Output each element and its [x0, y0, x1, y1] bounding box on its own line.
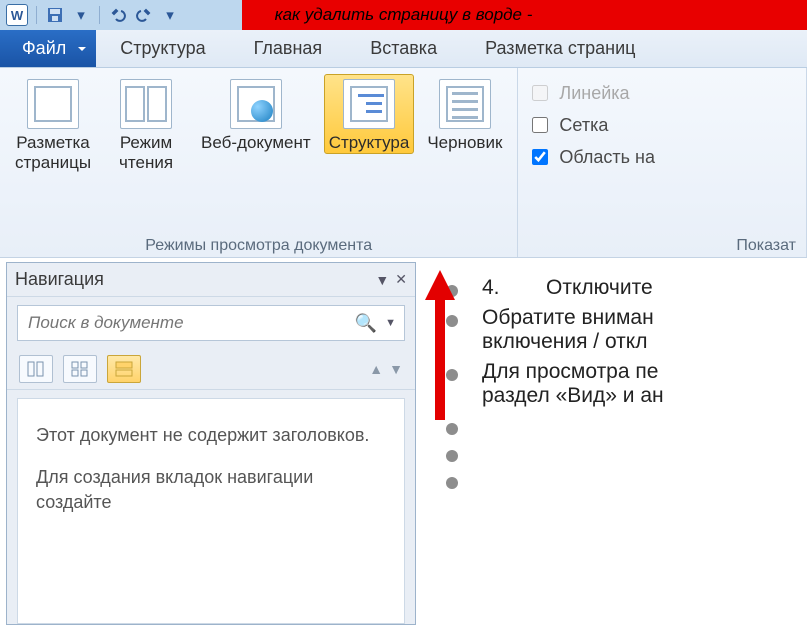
view-reading-button[interactable]: Режим чтения	[104, 74, 188, 175]
tab-page-layout[interactable]: Разметка страниц	[461, 30, 659, 67]
checkbox-gridlines[interactable]: Сетка	[528, 110, 608, 140]
navigation-header: Навигация ▼ ✕	[7, 263, 415, 297]
checkbox-ruler[interactable]: Линейка	[528, 78, 629, 108]
results-tab-icon	[115, 361, 133, 377]
word-app-icon[interactable]: W	[6, 4, 28, 26]
navigation-tabs: ▲ ▼	[7, 349, 415, 390]
view-web-button[interactable]: Веб-документ	[196, 74, 316, 154]
nav-arrows: ▲ ▼	[369, 361, 403, 377]
tab-insert[interactable]: Вставка	[346, 30, 461, 67]
group-label: Показат	[528, 235, 796, 255]
ribbon: Разметка страницы Режим чтения Веб-докум…	[0, 68, 807, 258]
group-show: Линейка Сетка Область на Показат	[518, 68, 807, 257]
navigation-title: Навигация	[15, 269, 104, 290]
checkbox-ruler-input[interactable]	[532, 85, 548, 101]
title-bar: W ▾ ▾ как удалить страницу в ворде -	[0, 0, 807, 30]
nav-tab-pages[interactable]	[63, 355, 97, 383]
nav-tab-headings[interactable]	[19, 355, 53, 383]
search-input[interactable]	[26, 312, 351, 334]
undo-icon[interactable]	[108, 5, 128, 25]
view-outline-button[interactable]: Структура	[324, 74, 415, 154]
quick-access-toolbar: W ▾ ▾	[0, 0, 180, 30]
tab-file[interactable]: Файл	[0, 30, 96, 67]
redo-icon[interactable]	[134, 5, 154, 25]
list-item	[446, 441, 807, 462]
document-area[interactable]: 4. Отключите Обратите вниман включения /…	[416, 258, 807, 625]
checkbox-navpane-input[interactable]	[532, 149, 548, 165]
list-text: Для просмотра пе раздел «Вид» и ан	[482, 360, 664, 408]
bullet-icon	[446, 450, 458, 462]
bullet-icon	[446, 423, 458, 435]
navigation-pane: Навигация ▼ ✕ 🔍 ▼ ▲ ▼	[6, 262, 416, 625]
list-item	[446, 414, 807, 435]
workspace: Навигация ▼ ✕ 🔍 ▼ ▲ ▼	[0, 258, 807, 625]
tab-structure[interactable]: Структура	[96, 30, 229, 67]
search-dropdown-icon[interactable]: ▼	[381, 317, 396, 329]
group-label: Режимы просмотра документа	[10, 235, 507, 255]
label: Линейка	[559, 83, 629, 104]
list-text: Отключите	[546, 276, 653, 300]
label: Веб-документ	[201, 133, 311, 153]
label: Область на	[559, 147, 655, 168]
bullet-icon	[446, 285, 458, 297]
checkbox-gridlines-input[interactable]	[532, 117, 548, 133]
bullet-icon	[446, 369, 458, 381]
separator	[36, 6, 37, 24]
headings-tab-icon	[27, 361, 45, 377]
nav-empty-line-2: Для создания вкладок навигации создайте	[36, 465, 386, 514]
page-layout-icon	[27, 79, 79, 129]
navigation-menu-icon[interactable]: ▼	[375, 272, 389, 288]
separator	[99, 6, 100, 24]
group-document-views: Разметка страницы Режим чтения Веб-докум…	[0, 68, 518, 257]
outline-icon	[343, 79, 395, 129]
view-print-layout-button[interactable]: Разметка страницы	[10, 74, 96, 175]
label: Режим чтения	[119, 133, 173, 174]
bullet-icon	[446, 315, 458, 327]
checkbox-navigation-pane[interactable]: Область на	[528, 142, 655, 172]
qat-dropdown-icon[interactable]: ▾	[71, 5, 91, 25]
qat-customize-icon[interactable]: ▾	[160, 5, 180, 25]
save-icon[interactable]	[45, 5, 65, 25]
list-text: Обратите вниман включения / откл	[482, 306, 654, 354]
navigation-search[interactable]: 🔍 ▼	[17, 305, 405, 341]
nav-down-icon[interactable]: ▼	[389, 361, 403, 377]
draft-icon	[439, 79, 491, 129]
list-number: 4.	[482, 276, 522, 300]
reading-mode-icon	[120, 79, 172, 129]
nav-empty-line-1: Этот документ не содержит заголовков.	[36, 423, 386, 447]
nav-tab-results[interactable]	[107, 355, 141, 383]
navigation-body: Этот документ не содержит заголовков. Дл…	[17, 398, 405, 624]
list-item	[446, 468, 807, 489]
web-layout-icon	[230, 79, 282, 129]
close-icon[interactable]: ✕	[395, 271, 407, 288]
pages-tab-icon	[71, 361, 89, 377]
view-draft-button[interactable]: Черновик	[422, 74, 507, 154]
tab-home[interactable]: Главная	[230, 30, 347, 67]
list-item: Для просмотра пе раздел «Вид» и ан	[446, 360, 807, 408]
label: Разметка страницы	[15, 133, 91, 174]
list-item: 4. Отключите	[446, 276, 807, 300]
bullet-icon	[446, 477, 458, 489]
nav-up-icon[interactable]: ▲	[369, 361, 383, 377]
search-icon[interactable]: 🔍	[351, 313, 381, 334]
label: Структура	[329, 133, 410, 153]
ribbon-tabs: Файл Структура Главная Вставка Разметка …	[0, 30, 807, 68]
label: Сетка	[559, 115, 608, 136]
label: Черновик	[427, 133, 502, 153]
list-item: Обратите вниман включения / откл	[446, 306, 807, 354]
